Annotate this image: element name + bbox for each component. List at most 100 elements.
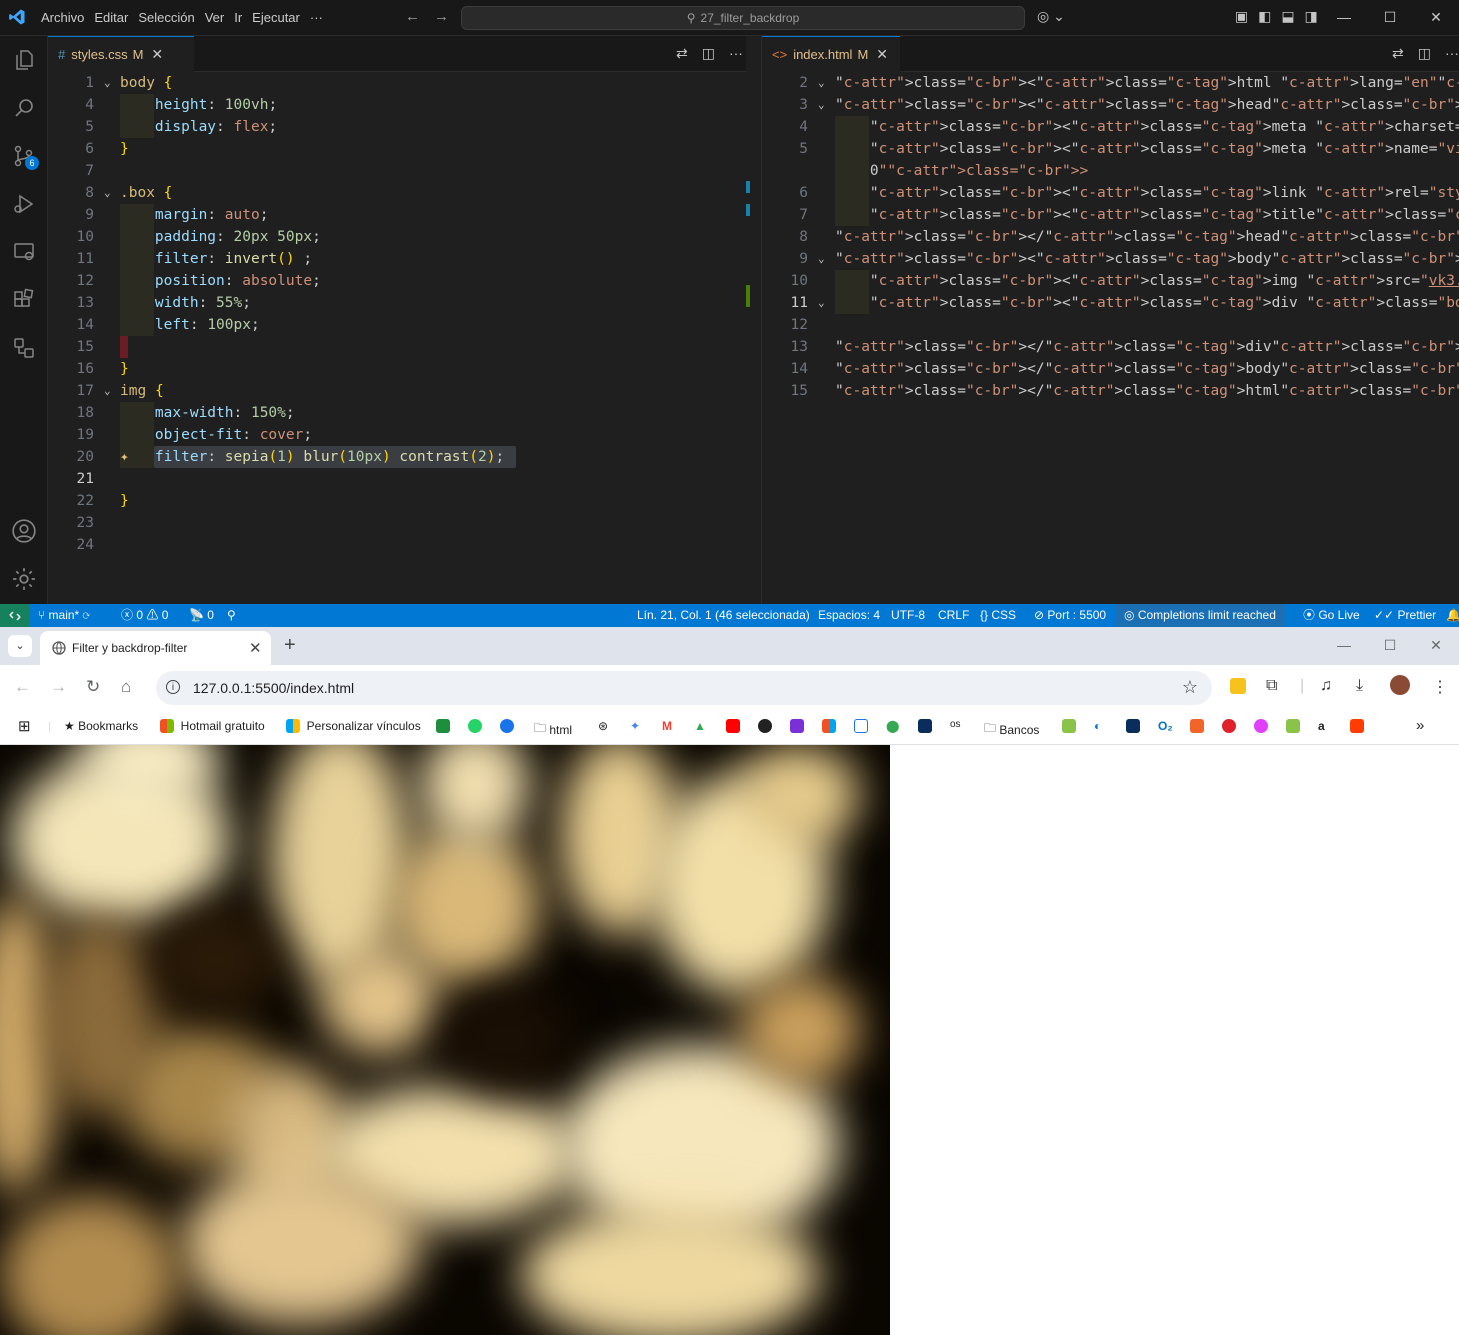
- debug-icon[interactable]: ⚲: [227, 604, 236, 627]
- bookmark-calendar-icon[interactable]: [854, 719, 868, 733]
- fold-chevron-icon[interactable]: ⌄: [818, 292, 825, 314]
- command-center[interactable]: ⚲ 27_filter_backdrop: [461, 6, 1025, 30]
- bookmark-mail-icon[interactable]: [790, 719, 804, 733]
- explorer-icon[interactable]: [0, 40, 47, 80]
- code-line[interactable]: 14 left: 100px;: [48, 314, 746, 336]
- menu-seleccion[interactable]: Selección: [133, 10, 199, 25]
- media-controls-icon[interactable]: ♫: [1320, 677, 1332, 695]
- code-line[interactable]: 15 "c-attr">class="c-br"></"c-attr">class…: [762, 380, 1459, 402]
- bookmark-chat-icon[interactable]: [500, 719, 514, 733]
- apps-grid-icon[interactable]: ⊞: [18, 717, 31, 735]
- minimize-icon[interactable]: —: [1321, 627, 1367, 663]
- split-editor-icon[interactable]: ◫: [702, 45, 715, 62]
- bookmark-sb2-icon[interactable]: [1286, 719, 1300, 733]
- code-line[interactable]: 11 filter: invert() ;: [48, 248, 746, 270]
- forward-arrow-icon[interactable]: →: [434, 8, 463, 25]
- code-line[interactable]: 8 ⌄ .box {: [48, 182, 746, 204]
- code-line[interactable]: 6 "c-attr">class="c-br"><"c-attr">class=…: [762, 182, 1459, 204]
- bookmark-github-icon[interactable]: [758, 719, 772, 733]
- code-line[interactable]: 1 ⌄ body {: [48, 72, 746, 94]
- close-tab-icon[interactable]: ✕: [876, 46, 888, 63]
- toggle-secondary-sidebar-icon[interactable]: ◨: [1305, 8, 1318, 25]
- source-control-icon[interactable]: [0, 136, 47, 176]
- maximize-icon[interactable]: ☐: [1367, 0, 1413, 35]
- code-line[interactable]: 9 ⌄ "c-attr">class="c-br"><"c-attr">class=…: [762, 248, 1459, 270]
- code-line[interactable]: 15: [48, 336, 746, 358]
- menu-more[interactable]: ···: [305, 10, 328, 25]
- more-actions-icon[interactable]: ···: [729, 45, 743, 62]
- menu-archivo[interactable]: Archivo: [36, 10, 89, 25]
- notifications-bell-icon[interactable]: 🔔: [1446, 604, 1459, 627]
- code-line[interactable]: 17 ⌄ img {: [48, 380, 746, 402]
- new-tab-plus-icon[interactable]: +: [284, 634, 296, 657]
- maximize-icon[interactable]: ☐: [1367, 627, 1413, 663]
- code-line[interactable]: 20 ✦ filter: sepia(1) blur(10px) contrast…: [48, 446, 746, 468]
- code-line[interactable]: 4 height: 100vh;: [48, 94, 746, 116]
- search-view-icon[interactable]: [0, 88, 47, 128]
- encoding[interactable]: UTF-8: [891, 604, 925, 627]
- bookmark-html-folder[interactable]: 🗀 html: [534, 719, 572, 740]
- close-window-icon[interactable]: ✕: [1413, 627, 1459, 663]
- chrome-menu-icon[interactable]: ⋮: [1432, 677, 1448, 697]
- bookmark-edge-icon[interactable]: ◐: [1094, 719, 1101, 733]
- tab-index-html[interactable]: <> index.html M ✕: [762, 36, 900, 72]
- bookmark-office-icon[interactable]: [822, 719, 836, 733]
- code-line[interactable]: 19 object-fit: cover;: [48, 424, 746, 446]
- bookmark-os-icon[interactable]: os: [950, 719, 961, 730]
- git-branch[interactable]: ⑂ main* ⟳: [38, 604, 90, 627]
- more-bookmarks-icon[interactable]: »: [1416, 717, 1424, 734]
- fold-chevron-icon[interactable]: ⌄: [818, 248, 825, 270]
- code-line[interactable]: 12 position: absolute;: [48, 270, 746, 292]
- menu-ir[interactable]: Ir: [229, 10, 247, 25]
- bookmark-css-icon[interactable]: [1190, 719, 1204, 733]
- sync-icon[interactable]: ⟳: [83, 608, 90, 622]
- code-line[interactable]: 24: [48, 534, 746, 556]
- extensions-icon[interactable]: [0, 280, 47, 320]
- downloads-icon[interactable]: ⤓: [1356, 677, 1363, 695]
- code-line[interactable]: 13 "c-attr">class="c-br"></"c-attr">class…: [762, 336, 1459, 358]
- bookmark-shop-icon[interactable]: [1350, 719, 1364, 733]
- toggle-sidebar-icon[interactable]: ◧: [1258, 8, 1271, 25]
- site-info-icon[interactable]: i: [166, 680, 180, 694]
- code-line[interactable]: 14 "c-attr">class="c-br"></"c-attr">class…: [762, 358, 1459, 380]
- compare-changes-icon[interactable]: ⇄: [676, 45, 688, 62]
- bookmark-a-icon[interactable]: [918, 719, 932, 733]
- settings-gear-icon[interactable]: [0, 559, 47, 599]
- toggle-panel-icon[interactable]: ⬓: [1281, 8, 1294, 25]
- menu-editar[interactable]: Editar: [89, 10, 133, 25]
- prettier-status[interactable]: ✓✓ Prettier: [1374, 604, 1436, 627]
- cursor-position[interactable]: Lín. 21, Col. 1 (46 seleccionada): [637, 604, 810, 627]
- menu-ver[interactable]: Ver: [200, 10, 230, 25]
- code-line[interactable]: 21: [48, 468, 746, 490]
- forward-arrow-icon[interactable]: →: [50, 677, 67, 697]
- fold-chevron-icon[interactable]: ⌄: [818, 94, 825, 116]
- remote-indicator-icon[interactable]: [0, 604, 30, 627]
- go-live-button[interactable]: ⦿ Go Live: [1303, 604, 1360, 627]
- more-actions-icon[interactable]: ···: [1445, 45, 1459, 62]
- code-line[interactable]: 5 display: flex;: [48, 116, 746, 138]
- code-line[interactable]: 11 ⌄ "c-attr">class="c-br"><"c-attr">clas…: [762, 292, 1459, 314]
- copilot-status[interactable]: ◎ Completions limit reached: [1115, 604, 1285, 627]
- bookmark-openai-icon[interactable]: ⊛: [598, 719, 608, 733]
- close-window-icon[interactable]: ✕: [1413, 0, 1459, 35]
- code-line[interactable]: 4 "c-attr">class="c-br"><"c-attr">class=…: [762, 116, 1459, 138]
- code-line[interactable]: 8 "c-attr">class="c-br"></"c-attr">class=…: [762, 226, 1459, 248]
- code-line[interactable]: 2 ⌄ "c-attr">class="c-br"><"c-attr">class=…: [762, 72, 1459, 94]
- back-arrow-icon[interactable]: ←: [14, 677, 31, 697]
- tab-search-chevron-icon[interactable]: ⌄: [8, 635, 32, 657]
- bookmark-dots-icon[interactable]: [1222, 719, 1236, 733]
- back-arrow-icon[interactable]: ←: [405, 8, 434, 25]
- code-line[interactable]: 9 margin: auto;: [48, 204, 746, 226]
- bookmark-gemini-icon[interactable]: ✦: [630, 719, 640, 733]
- extensions-puzzle-icon[interactable]: ⧉: [1266, 677, 1277, 695]
- code-line[interactable]: 7 "c-attr">class="c-br"><"c-attr">class=…: [762, 204, 1459, 226]
- address-bar[interactable]: i 127.0.0.1:5500/index.html ☆: [156, 671, 1212, 705]
- split-editor-icon[interactable]: ◫: [1418, 45, 1431, 62]
- menu-ejecutar[interactable]: Ejecutar: [247, 10, 305, 25]
- code-line[interactable]: 13 width: 55%;: [48, 292, 746, 314]
- indentation[interactable]: Espacios: 4: [818, 604, 880, 627]
- remote-explorer-icon[interactable]: [0, 232, 47, 272]
- code-line[interactable]: 10 "c-attr">class="c-br"><"c-attr">class…: [762, 270, 1459, 292]
- accounts-icon[interactable]: [0, 511, 47, 551]
- bookmark-sb-icon[interactable]: [1062, 719, 1076, 733]
